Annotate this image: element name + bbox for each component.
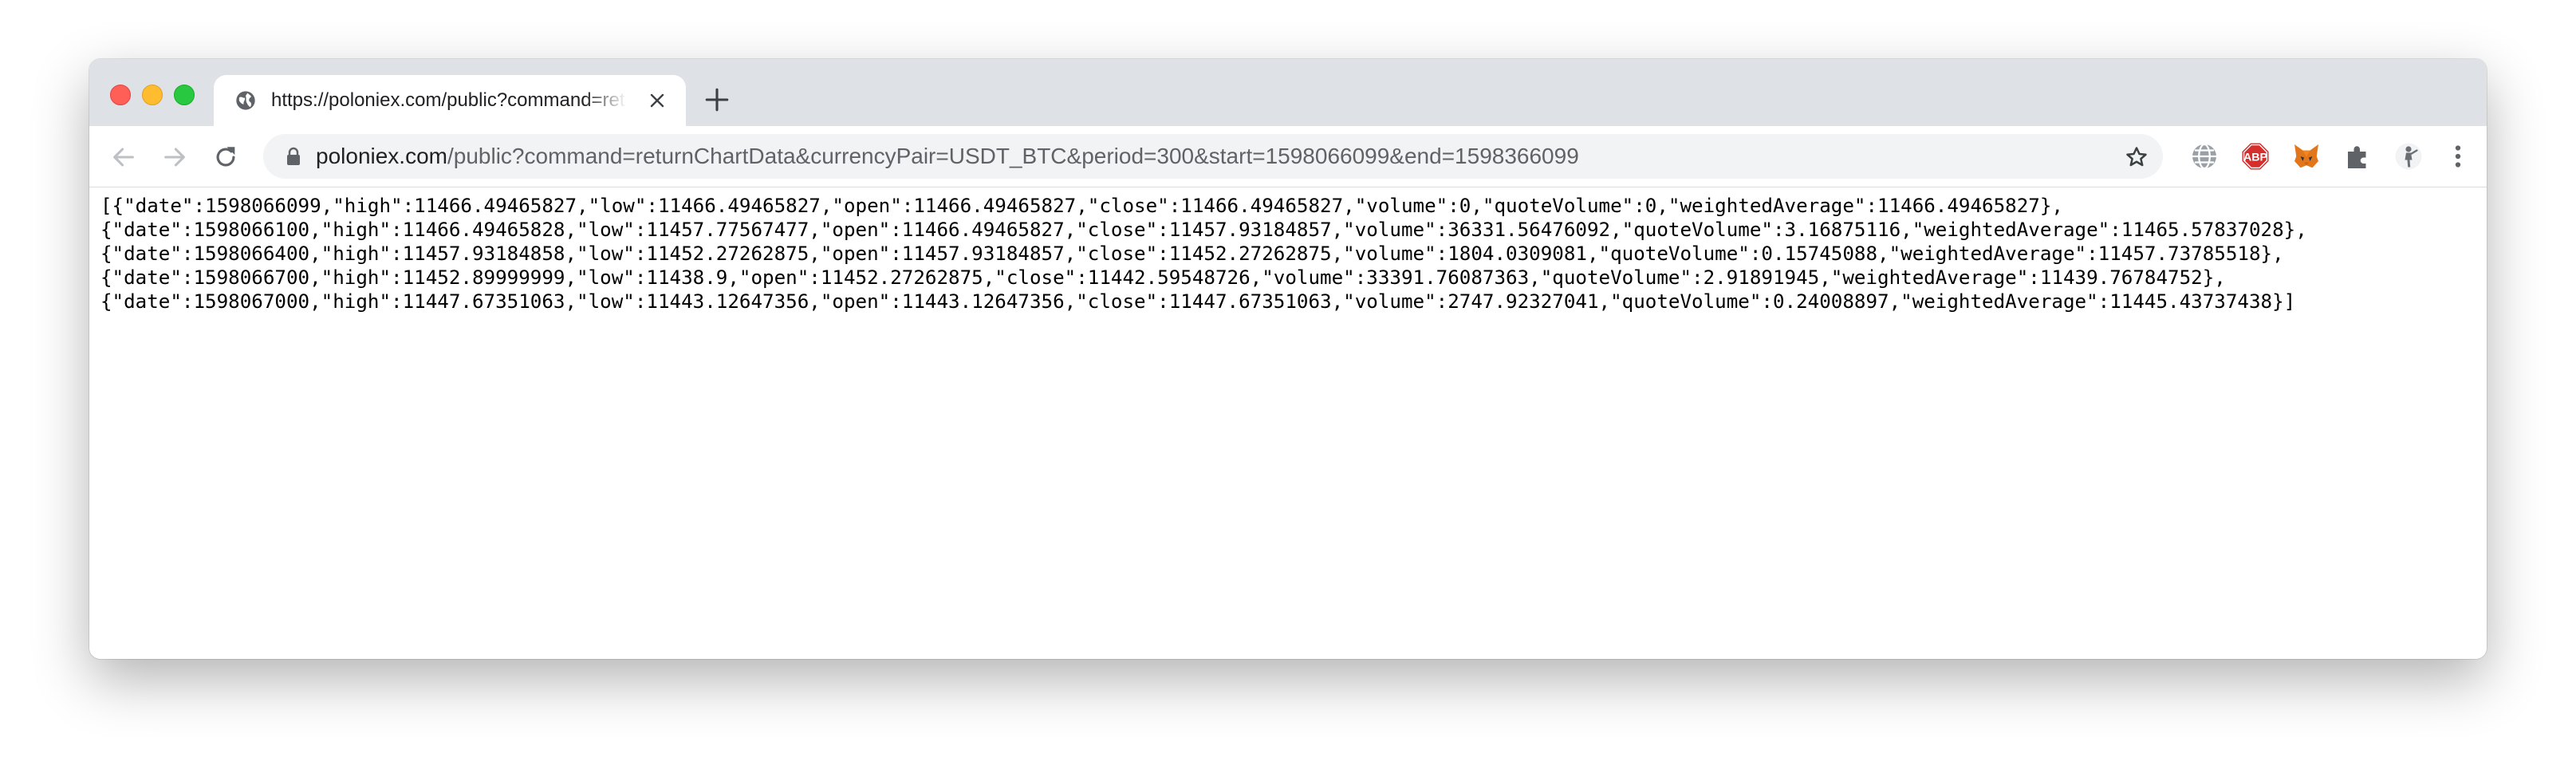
- window-minimize-button[interactable]: [142, 85, 163, 105]
- desktop-background: https://poloniex.com/public?command=retu…: [0, 0, 2576, 777]
- json-line: [{"date":1598066099,"high":11466.4946582…: [100, 195, 2063, 217]
- bookmark-star-icon[interactable]: [2125, 145, 2149, 169]
- json-response: [{"date":1598066099,"high":11466.4946582…: [100, 194, 2307, 314]
- url-path: /public?command=returnChartData&currency…: [447, 144, 1579, 168]
- new-tab-plus-icon[interactable]: [703, 86, 731, 113]
- address-bar-url[interactable]: poloniex.com/public?command=returnChartD…: [316, 142, 1579, 171]
- json-line: {"date":1598067000,"high":11447.67351063…: [100, 290, 2296, 313]
- address-bar[interactable]: poloniex.com/public?command=returnChartD…: [263, 134, 2163, 179]
- tab-strip: https://poloniex.com/public?command=retu…: [89, 59, 2487, 126]
- reload-icon[interactable]: [212, 144, 239, 171]
- globe-icon: [236, 91, 255, 110]
- page-content: [{"date":1598066099,"high":11466.4946582…: [89, 187, 2487, 659]
- json-line: {"date":1598066400,"high":11457.93184858…: [100, 243, 2284, 265]
- profile-avatar-icon[interactable]: [2394, 142, 2423, 171]
- tab-close-icon[interactable]: [648, 91, 667, 110]
- browser-toolbar: poloniex.com/public?command=returnChartD…: [89, 126, 2487, 187]
- browser-window: https://poloniex.com/public?command=retu…: [89, 59, 2487, 659]
- lock-icon[interactable]: [284, 146, 303, 167]
- json-line: {"date":1598066100,"high":11466.49465828…: [100, 219, 2307, 241]
- json-line: {"date":1598066700,"high":11452.89999999…: [100, 266, 2226, 289]
- puzzle-extensions-icon[interactable]: [2343, 142, 2372, 171]
- tab-poloniex[interactable]: https://poloniex.com/public?command=retu…: [214, 75, 686, 126]
- metamask-fox-icon[interactable]: [2292, 142, 2321, 171]
- forward-arrow-icon[interactable]: [161, 144, 188, 171]
- window-close-button[interactable]: [110, 85, 131, 105]
- globe-extension-icon[interactable]: [2190, 142, 2219, 171]
- url-host: poloniex.com: [316, 144, 447, 168]
- more-menu-icon[interactable]: [2444, 142, 2472, 171]
- tab-title: https://poloniex.com/public?command=retu…: [271, 89, 627, 111]
- window-maximize-button[interactable]: [174, 85, 195, 105]
- back-arrow-icon[interactable]: [110, 144, 137, 171]
- adblock-plus-icon[interactable]: ABP: [2241, 142, 2270, 171]
- adblock-label: ABP: [2243, 151, 2268, 164]
